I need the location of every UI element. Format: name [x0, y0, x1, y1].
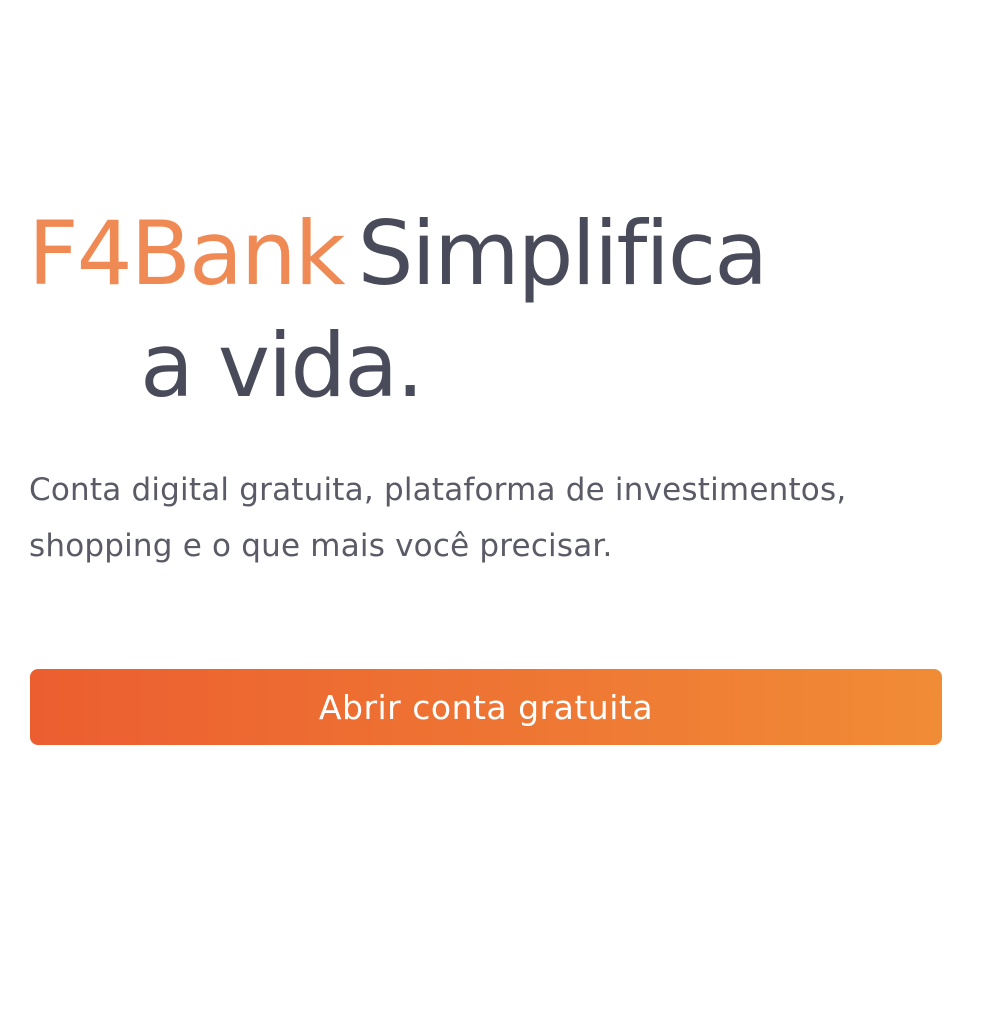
- subtitle-line-2: shopping e o que mais você precisar.: [29, 528, 613, 564]
- hero-subtitle: Conta digital gratuita, plataforma de in…: [29, 462, 929, 574]
- headline-text-1: Simplifica: [357, 202, 769, 305]
- open-account-button[interactable]: Abrir conta gratuita: [30, 669, 942, 745]
- open-account-button-label: Abrir conta gratuita: [318, 687, 654, 727]
- hero-section: F4Bank Simplifica a vida. Conta digital g…: [0, 0, 991, 1015]
- subtitle-line-1: Conta digital gratuita, plataforma de in…: [29, 472, 847, 508]
- brand-name: F4Bank: [28, 202, 346, 305]
- headline-line-1: F4Bank Simplifica: [28, 198, 928, 310]
- headline-text-2: a vida.: [140, 314, 424, 417]
- hero-headline: F4Bank Simplifica a vida.: [28, 198, 928, 422]
